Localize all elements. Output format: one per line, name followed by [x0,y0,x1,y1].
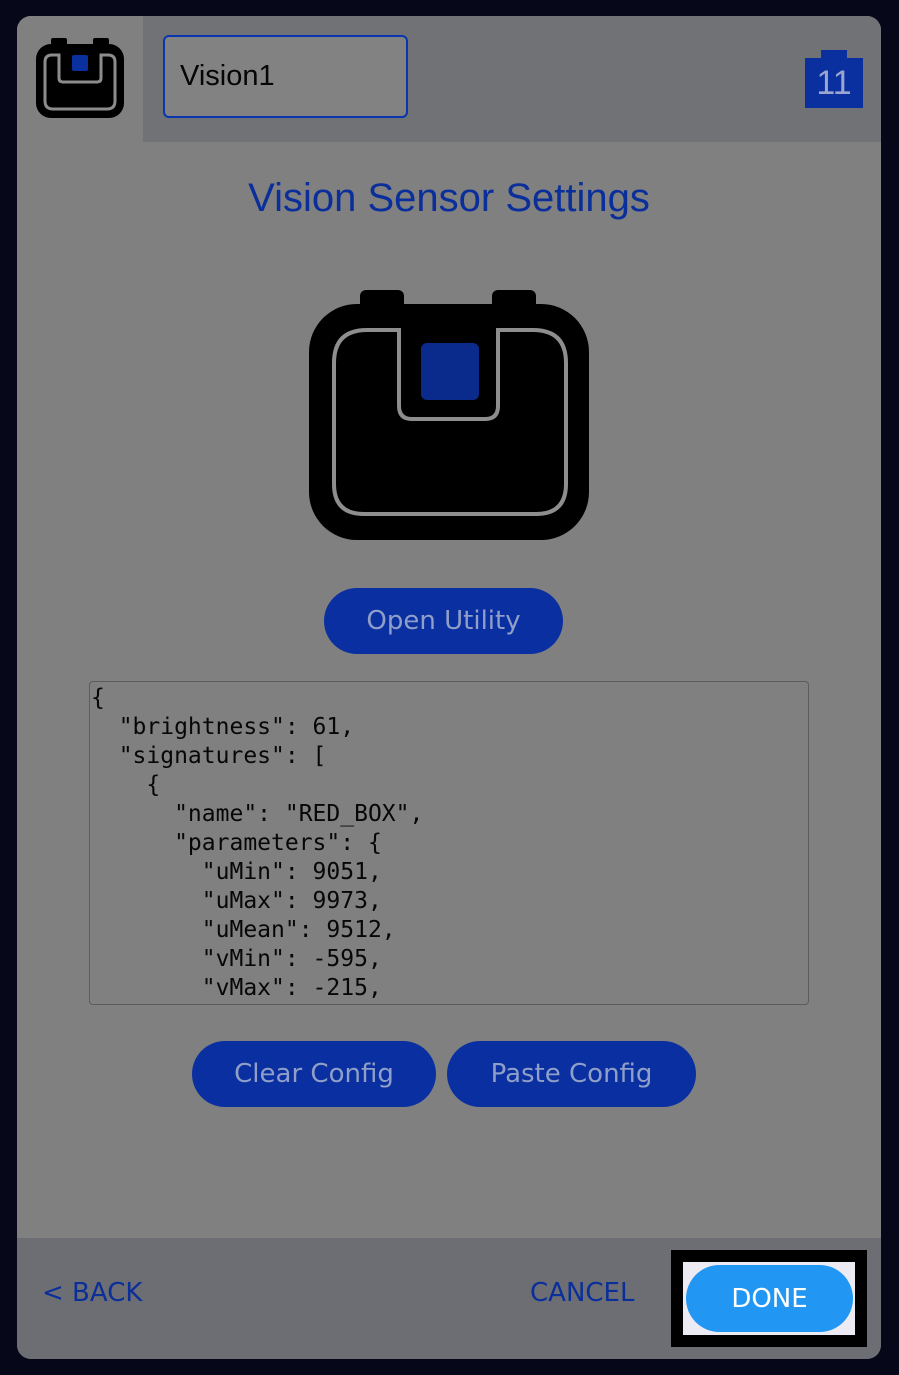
paste-config-button[interactable]: Paste Config [447,1041,696,1107]
sensor-name-input[interactable] [163,35,408,118]
port-badge: 11 [805,50,863,108]
vision-sensor-icon [36,38,124,118]
done-highlight-frame: DONE [671,1250,867,1347]
header-bar: 11 [17,16,881,142]
footer-bar: < BACK CANCEL DONE [17,1238,881,1359]
port-badge-tab [821,50,847,58]
clear-config-button[interactable]: Clear Config [192,1041,436,1107]
vision-sensor-image [309,290,589,540]
cancel-button[interactable]: CANCEL [530,1278,634,1308]
done-button[interactable]: DONE [686,1265,853,1332]
device-icon-tile [17,16,143,142]
back-button[interactable]: < BACK [42,1278,142,1308]
page-title: Vision Sensor Settings [248,176,650,220]
device-settings-panel: 11 Vision Sensor Settings Open Utility {… [17,16,881,1359]
config-textarea[interactable]: { "brightness": 61, "signatures": [ { "n… [89,681,809,1005]
port-number: 11 [805,58,863,108]
open-utility-button[interactable]: Open Utility [324,588,563,654]
